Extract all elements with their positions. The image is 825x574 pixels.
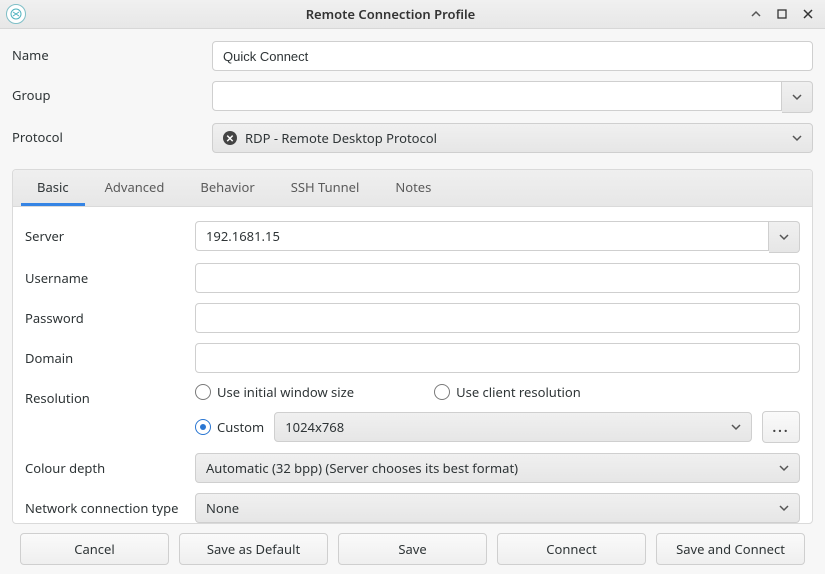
radio-icon [434, 384, 450, 400]
tab-bar: Basic Advanced Behavior SSH Tunnel Notes [13, 170, 812, 207]
network-type-dropdown[interactable]: None [195, 493, 800, 523]
server-dropdown-button[interactable] [769, 221, 800, 253]
chevron-down-icon [792, 133, 802, 143]
resolution-custom-dropdown[interactable]: 1024x768 [274, 412, 752, 442]
server-label: Server [25, 221, 195, 245]
tab-basic[interactable]: Basic [21, 170, 85, 206]
resolution-more-button[interactable]: ... [762, 411, 800, 443]
server-input[interactable]: 192.1681.15 [195, 221, 769, 251]
protocol-icon: ✕ [223, 131, 237, 145]
password-label: Password [25, 303, 195, 327]
chevron-down-icon [779, 463, 789, 473]
group-dropdown-button[interactable] [782, 81, 813, 113]
app-icon [6, 4, 26, 24]
window-title: Remote Connection Profile [32, 5, 749, 23]
roll-up-button[interactable] [749, 7, 763, 21]
username-input[interactable] [195, 263, 800, 293]
group-combo[interactable] [212, 81, 813, 113]
save-as-default-button[interactable]: Save as Default [179, 533, 328, 565]
content-area: Name Group Protocol ✕ RDP - Remote Deskt… [0, 29, 825, 574]
resolution-custom-value: 1024x768 [285, 418, 344, 436]
password-input[interactable] [195, 303, 800, 333]
protocol-label: Protocol [12, 123, 212, 146]
resolution-label: Resolution [25, 383, 195, 407]
colour-depth-dropdown[interactable]: Automatic (32 bpp) (Server chooses its b… [195, 453, 800, 483]
resolution-radio-client[interactable]: Use client resolution [434, 383, 581, 401]
tab-notes[interactable]: Notes [379, 170, 447, 206]
chevron-down-icon [779, 232, 789, 242]
window-controls [749, 7, 819, 21]
tab-advanced[interactable]: Advanced [89, 170, 181, 206]
group-input[interactable] [212, 81, 782, 111]
save-and-connect-button[interactable]: Save and Connect [656, 533, 805, 565]
server-combo[interactable]: 192.1681.15 [195, 221, 800, 253]
save-button[interactable]: Save [338, 533, 487, 565]
network-type-value: None [206, 499, 239, 517]
connect-button[interactable]: Connect [497, 533, 646, 565]
domain-input[interactable] [195, 343, 800, 373]
title-bar: Remote Connection Profile [0, 0, 825, 29]
radio-label: Custom [217, 418, 264, 436]
radio-icon [195, 384, 211, 400]
colour-depth-label: Colour depth [25, 453, 195, 477]
chevron-down-icon [779, 503, 789, 513]
radio-label: Use client resolution [456, 383, 581, 401]
colour-depth-value: Automatic (32 bpp) (Server chooses its b… [206, 459, 518, 477]
close-button[interactable] [801, 7, 815, 21]
radio-label: Use initial window size [217, 383, 354, 401]
tab-behavior[interactable]: Behavior [184, 170, 270, 206]
group-label: Group [12, 81, 212, 104]
chevron-down-icon [792, 92, 802, 102]
protocol-value: RDP - Remote Desktop Protocol [245, 129, 437, 147]
window: Remote Connection Profile Name Group Pro… [0, 0, 825, 574]
maximize-button[interactable] [775, 7, 789, 21]
domain-label: Domain [25, 343, 195, 367]
network-type-label: Network connection type [25, 493, 195, 517]
resolution-radio-custom[interactable]: Custom [195, 418, 264, 436]
name-input[interactable] [212, 41, 813, 71]
tab-ssh-tunnel[interactable]: SSH Tunnel [275, 170, 376, 206]
protocol-dropdown[interactable]: ✕ RDP - Remote Desktop Protocol [212, 123, 813, 153]
basic-pane: Server 192.1681.15 Username Password [13, 207, 812, 523]
resolution-radio-initial[interactable]: Use initial window size [195, 383, 354, 401]
footer: Cancel Save as Default Save Connect Save… [12, 524, 813, 574]
chevron-down-icon [731, 422, 741, 432]
name-label: Name [12, 41, 212, 64]
radio-icon [195, 419, 211, 435]
notebook: Basic Advanced Behavior SSH Tunnel Notes… [12, 169, 813, 524]
cancel-button[interactable]: Cancel [20, 533, 169, 565]
username-label: Username [25, 263, 195, 287]
